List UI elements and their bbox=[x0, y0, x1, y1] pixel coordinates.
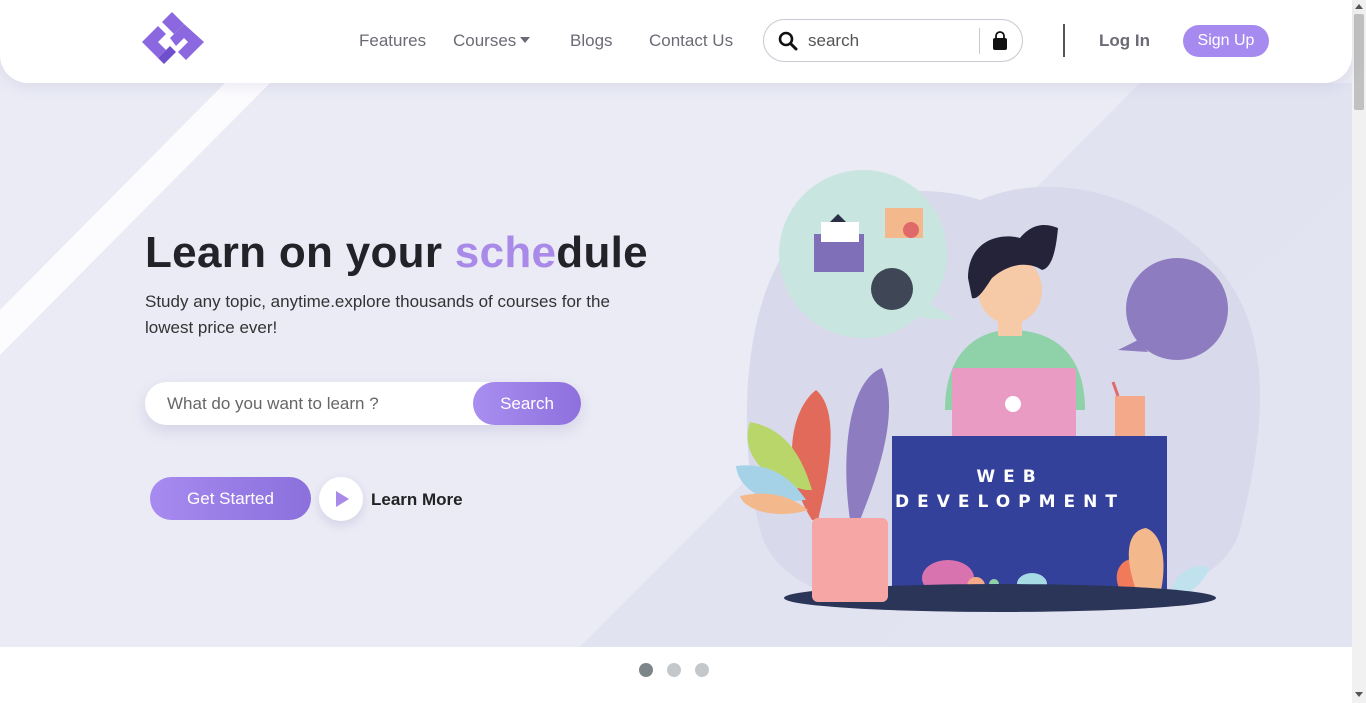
headline-text-1: Learn on your bbox=[145, 228, 455, 277]
nav-divider bbox=[1063, 24, 1065, 57]
course-search-button[interactable]: Search bbox=[473, 382, 581, 425]
illustration-label-web: WEB bbox=[976, 467, 1043, 487]
search-divider bbox=[979, 28, 980, 54]
brand-logo-icon[interactable] bbox=[140, 12, 206, 64]
login-link[interactable]: Log In bbox=[1099, 31, 1150, 51]
play-button[interactable] bbox=[319, 477, 363, 521]
carousel-dot-3[interactable] bbox=[695, 663, 709, 677]
carousel-indicators bbox=[639, 663, 709, 677]
search-icon[interactable] bbox=[778, 31, 798, 51]
web-development-illustration: WEB DEVELOPMENT bbox=[736, 170, 1260, 612]
nav-link-courses-label: Courses bbox=[453, 31, 517, 50]
learn-more-link[interactable]: Learn More bbox=[371, 490, 463, 510]
nav-search-input[interactable] bbox=[808, 29, 976, 53]
play-icon bbox=[336, 491, 349, 507]
headline-accent: sche bbox=[454, 228, 557, 277]
nav-link-features[interactable]: Features bbox=[359, 31, 426, 51]
nav-link-contact-us[interactable]: Contact Us bbox=[649, 31, 733, 51]
hero-headline: Learn on your schedule bbox=[145, 228, 648, 278]
scrollbar-thumb[interactable] bbox=[1354, 14, 1364, 110]
carousel-dot-2[interactable] bbox=[667, 663, 681, 677]
nav-link-courses[interactable]: Courses bbox=[453, 31, 531, 51]
signup-button[interactable]: Sign Up bbox=[1183, 25, 1269, 57]
nav-search-box bbox=[763, 19, 1023, 62]
scroll-down-arrow-icon[interactable] bbox=[1355, 692, 1363, 697]
course-search-input[interactable] bbox=[167, 392, 467, 416]
page: Features Courses Blogs Contact Us Log In… bbox=[0, 0, 1366, 703]
page-scrollbar[interactable] bbox=[1352, 0, 1366, 703]
headline-text-2: dule bbox=[556, 228, 648, 277]
caret-down-icon bbox=[520, 36, 531, 43]
nav-link-blogs[interactable]: Blogs bbox=[570, 31, 613, 51]
illustration-label-development: DEVELOPMENT bbox=[895, 492, 1125, 512]
get-started-button[interactable]: Get Started bbox=[150, 477, 311, 520]
shopping-bag-icon[interactable] bbox=[991, 31, 1009, 51]
scroll-up-arrow-icon[interactable] bbox=[1355, 4, 1363, 9]
top-navbar: Features Courses Blogs Contact Us Log In… bbox=[0, 0, 1352, 83]
hero-subtext: Study any topic, anytime.explore thousan… bbox=[145, 292, 610, 337]
course-search-bar: Search bbox=[145, 382, 581, 425]
carousel-dot-1[interactable] bbox=[639, 663, 653, 677]
